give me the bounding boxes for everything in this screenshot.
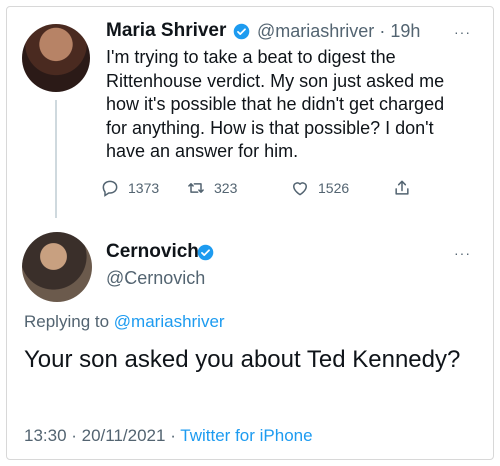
tweet2-metadata: 13:30 · 20/11/2021 · Twitter for iPhone <box>24 426 313 446</box>
tweet1-handle[interactable]: @mariashriver · 19h <box>257 21 420 42</box>
tweet1-text: I'm trying to take a beat to digest the … <box>106 47 445 161</box>
replying-to-label: Replying to <box>24 312 110 331</box>
dot-separator: · <box>379 21 386 41</box>
tweet2-handle[interactable]: @Cernovich <box>106 268 205 289</box>
heart-icon <box>293 182 307 196</box>
retweet-button[interactable]: 323 <box>186 178 237 198</box>
tweet2-timestamp[interactable]: 13:30 · 20/11/2021 · <box>24 426 176 445</box>
share-icon <box>395 180 409 195</box>
reply-icon <box>102 180 118 197</box>
tweet1-author-name[interactable]: Maria Shriver <box>106 20 226 42</box>
retweet-count: 323 <box>214 180 238 196</box>
retweet-icon <box>188 183 204 193</box>
thread-connector-line <box>55 100 57 218</box>
screenshot-frame: Maria Shriver @mariashriver · 19h ··· I'… <box>0 0 500 466</box>
like-count: 1526 <box>318 180 350 196</box>
tweet2-author-name[interactable]: Cernovich <box>106 241 199 263</box>
reply-button[interactable]: 1373 <box>100 178 159 198</box>
reply-count: 1373 <box>128 180 160 196</box>
verified-badge-icon <box>233 23 250 40</box>
tweet2-source[interactable]: Twitter for iPhone <box>180 426 312 445</box>
avatar-cernovich[interactable] <box>22 232 92 302</box>
share-button[interactable] <box>392 178 412 198</box>
tweet2-more-icon[interactable]: ··· <box>454 245 471 261</box>
like-button[interactable]: 1526 <box>290 178 349 198</box>
tweet1-time: 19h <box>390 21 421 41</box>
tweet1-more-icon[interactable]: ··· <box>454 24 471 40</box>
avatar-maria-shriver[interactable] <box>22 24 90 92</box>
verified-badge-icon <box>197 244 214 261</box>
replying-to-mention[interactable]: @mariashriver <box>114 312 225 331</box>
tweet2-text: Your son asked you about Ted Kennedy? <box>24 346 461 373</box>
replying-to-line: Replying to @mariashriver <box>24 312 225 332</box>
tweet1-handle-text: @mariashriver <box>257 21 375 41</box>
